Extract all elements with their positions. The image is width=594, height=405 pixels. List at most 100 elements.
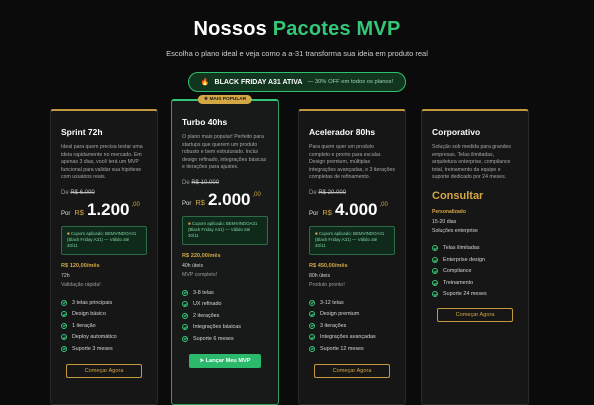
pricing-cards: Sprint 72h Ideal para quem precisa testa… <box>50 95 544 405</box>
launch-mvp-button[interactable]: ➤ Lançar Meu MVP <box>189 354 261 369</box>
popular-badge: ★ MAIS POPULAR <box>197 95 253 104</box>
old-price-value: R$ 6.000 <box>70 189 95 196</box>
monthly-price: R$ 120,00/mês <box>61 262 100 269</box>
feature-text: Design básico <box>72 311 106 318</box>
feature-text: Deploy automático <box>72 334 117 341</box>
price-currency: R$ <box>195 197 205 207</box>
feature-text: UX refinado <box>193 301 222 308</box>
feature-text: Suporte 3 meses <box>72 345 113 352</box>
plan-duration: 72h <box>61 272 70 279</box>
plan-description: O plano mais popular! Perfeito para star… <box>182 134 267 171</box>
coupon-box: ■ Cupom aplicado: BEMVINDOA31 (Black Fri… <box>309 225 395 255</box>
plan-note: Validação rápida! <box>61 281 101 288</box>
promo-banner[interactable]: 🔥 BLACK FRIDAY A31 ATIVA — 30% OFF em to… <box>187 72 407 92</box>
check-icon <box>182 312 188 319</box>
feature-text: Enterprise design <box>443 256 485 263</box>
feature-text: Telas ilimitadas <box>443 245 480 252</box>
feature-text: 3-12 telas <box>320 299 344 306</box>
coupon-box: ■ Cupom aplicado: BEMVINDOA31 (Black Fri… <box>182 215 268 245</box>
coupon-icon: ■ <box>315 230 318 236</box>
check-icon <box>432 279 438 286</box>
check-icon <box>61 345 67 352</box>
coupon-text: Cupom aplicado: BEMVINDOA31 (Black Frida… <box>67 230 137 249</box>
plan-name: Acelerador 80hs <box>309 127 376 137</box>
feature-item: Deploy automático <box>61 331 147 343</box>
feature-item: Integrações básicas <box>182 321 268 333</box>
price-row: Por R$ 1.200 ,00 <box>61 200 147 220</box>
check-icon <box>182 324 188 331</box>
feature-item: Treinamento <box>432 277 518 289</box>
plan-note: Produto pronto! <box>309 281 345 288</box>
coupon-box: ■ Cupom aplicado: BEMVINDOA31 (Black Fri… <box>61 225 147 255</box>
price-por: Por <box>61 210 71 217</box>
check-icon <box>309 299 315 306</box>
page-title: Nossos Pacotes MVP <box>0 18 594 41</box>
price-cents: ,00 <box>131 201 140 208</box>
plan-description: Ideal para quem precisa testar uma ideia… <box>61 144 143 181</box>
plan-note: MVP completo! <box>182 271 218 278</box>
plan-card-acelerador: Acelerador 80hs Para quem quer um produt… <box>298 109 406 405</box>
feature-item: 1 iteração <box>61 320 147 332</box>
feature-text: Suporte 24 meses <box>443 291 487 298</box>
check-icon <box>61 334 67 341</box>
price-row: Por R$ 2.000 ,00 <box>182 190 268 210</box>
feature-text: Integrações básicas <box>193 324 241 331</box>
check-icon <box>432 245 438 252</box>
feature-item: Telas ilimitadas <box>432 243 518 255</box>
coupon-text: Cupom aplicado: BEMVINDOA31 (Black Frida… <box>315 230 385 249</box>
feature-item: Integrações avançadas <box>309 331 395 343</box>
start-now-button[interactable]: Começar Agora <box>66 364 142 379</box>
feature-text: 1 iteração <box>72 322 96 329</box>
plan-card-corporativo: Corporativo Solução sob medida para gran… <box>421 109 529 405</box>
start-now-button[interactable]: Começar Agora <box>314 364 390 379</box>
price-value: 1.200 <box>86 199 130 219</box>
check-icon <box>182 289 188 296</box>
check-icon <box>182 301 188 308</box>
plan-description: Solução sob medida para grandes empresas… <box>432 144 512 181</box>
feature-text: Compliance <box>443 268 472 275</box>
personal-label: Personalizado <box>432 208 466 215</box>
feature-text: Integrações avançadas <box>320 334 376 341</box>
feature-item: Design premium <box>309 308 395 320</box>
plan-name: Corporativo <box>432 127 481 137</box>
feature-item: Compliance <box>432 266 518 278</box>
plan-name: Sprint 72h <box>61 127 103 137</box>
plan-card-turbo: ★ MAIS POPULAR Turbo 40hs O plano mais p… <box>171 95 279 405</box>
plan-note: Soluções enterprise <box>432 227 478 234</box>
feature-text: Suporte 6 meses <box>193 335 234 342</box>
old-price-value: R$ 10.000 <box>191 179 220 186</box>
badge-text: MAIS POPULAR <box>209 97 247 102</box>
feature-text: Suporte 12 meses <box>320 345 364 352</box>
feature-item: 3 telas principais <box>61 297 147 309</box>
old-price-label: De <box>61 189 69 196</box>
coupon-icon: ■ <box>188 220 191 226</box>
check-icon <box>61 311 67 318</box>
price-cents: ,00 <box>252 191 261 198</box>
check-icon <box>309 345 315 352</box>
feature-item: 3-12 telas <box>309 297 395 309</box>
check-icon <box>182 335 188 342</box>
title-accent: Pacotes MVP <box>272 18 401 40</box>
check-icon <box>309 311 315 318</box>
old-price: De R$ 6.000 <box>61 190 147 196</box>
feature-list: 3 telas principais Design básico 1 itera… <box>61 297 147 355</box>
feature-item: 2 iterações <box>182 310 268 322</box>
old-price-label: De <box>309 189 317 196</box>
old-price-label: De <box>182 179 190 186</box>
feature-text: 2 iterações <box>193 312 220 319</box>
check-icon <box>61 299 67 306</box>
feature-list: 3-12 telas Design premium 3 iterações In… <box>309 297 395 355</box>
check-icon <box>432 291 438 298</box>
start-now-button[interactable]: Começar Agora <box>437 308 513 323</box>
price-currency: R$ <box>74 207 84 217</box>
feature-text: Treinamento <box>443 279 474 286</box>
monthly-price: R$ 220,00/mês <box>182 252 221 259</box>
coupon-icon: ■ <box>67 230 70 236</box>
plan-description: Para quem quer um produto completo e pro… <box>309 144 395 181</box>
header: Nossos Pacotes MVP Escolha o plano ideal… <box>0 0 594 92</box>
check-icon <box>432 256 438 263</box>
title-main: Nossos <box>193 18 273 40</box>
check-icon <box>309 322 315 329</box>
price-por: Por <box>182 200 192 207</box>
price-por: Por <box>309 210 319 217</box>
